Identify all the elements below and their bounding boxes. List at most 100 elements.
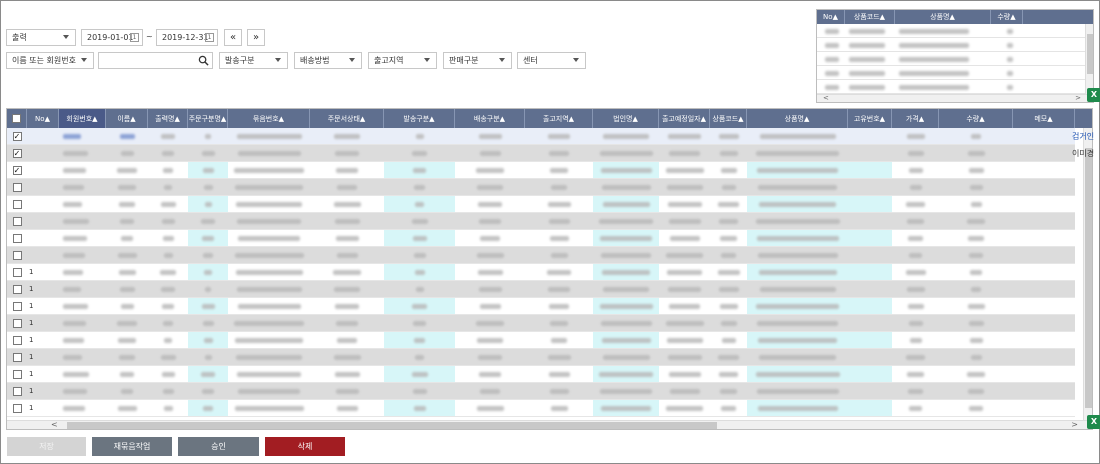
- date-to-input[interactable]: 2019-12-31 1: [156, 29, 218, 46]
- grid-header-cell[interactable]: 고유번호▲: [848, 109, 892, 128]
- row-checkbox-cell[interactable]: ✓: [7, 162, 27, 178]
- order-grid-vscroll[interactable]: [1083, 128, 1092, 420]
- summary-row[interactable]: [817, 52, 1085, 66]
- row-checkbox-cell[interactable]: [7, 366, 27, 382]
- delivery-method-select[interactable]: 배송방법: [294, 52, 362, 69]
- grid-header-cell[interactable]: 묶음번호▲: [228, 109, 310, 128]
- row-checkbox-cell[interactable]: ✓: [7, 128, 27, 144]
- row-checkbox-cell[interactable]: [7, 179, 27, 195]
- grid-header-cell[interactable]: 배송구분▲: [455, 109, 525, 128]
- scroll-left-icon[interactable]: <: [51, 420, 58, 429]
- product-summary-hscroll[interactable]: < >: [817, 94, 1093, 102]
- table-row[interactable]: [7, 230, 1075, 247]
- table-row[interactable]: 1: [7, 366, 1075, 383]
- grid-header-cell[interactable]: 상품코드▲: [710, 109, 747, 128]
- row-checkbox[interactable]: [12, 233, 22, 243]
- grid-header-cell[interactable]: No▲: [27, 109, 59, 128]
- summary-row[interactable]: [817, 38, 1085, 52]
- row-checkbox[interactable]: [12, 386, 22, 396]
- summary-header-cell[interactable]: 수량▲: [991, 10, 1023, 24]
- row-checkbox[interactable]: ✓: [12, 131, 22, 141]
- row-checkbox-cell[interactable]: [7, 315, 27, 331]
- grid-header-cell[interactable]: 메모▲: [1013, 109, 1075, 128]
- excel-export-icon[interactable]: X: [1087, 88, 1100, 102]
- date-from-input[interactable]: 2019-01-01 1: [81, 29, 143, 46]
- rebundle-button[interactable]: 재묶음작업: [92, 437, 172, 456]
- row-checkbox[interactable]: ✓: [12, 148, 22, 158]
- summary-row[interactable]: [817, 66, 1085, 80]
- center-select[interactable]: 센터: [517, 52, 586, 69]
- row-checkbox-cell[interactable]: ✓: [7, 145, 27, 161]
- table-row[interactable]: 1: [7, 400, 1075, 417]
- grid-header-cell[interactable]: 회원번호▲: [59, 109, 106, 128]
- scroll-thumb[interactable]: [1085, 148, 1092, 408]
- row-checkbox[interactable]: [12, 318, 22, 328]
- summary-header-cell[interactable]: 상품코드▲: [845, 10, 895, 24]
- grid-header-cell[interactable]: 수량▲: [939, 109, 1013, 128]
- row-checkbox-cell[interactable]: [7, 213, 27, 229]
- order-grid-hscroll[interactable]: < >: [7, 420, 1092, 429]
- table-row[interactable]: 1: [7, 315, 1075, 332]
- row-checkbox-cell[interactable]: [7, 247, 27, 263]
- prev-period-button[interactable]: «: [224, 29, 242, 46]
- table-row[interactable]: ✓: [7, 145, 1075, 162]
- member-search-type-select[interactable]: 이름 또는 회원번호: [6, 52, 94, 69]
- row-checkbox[interactable]: [12, 284, 22, 294]
- select-all-checkbox[interactable]: [12, 114, 21, 123]
- select-all-checkbox-cell[interactable]: [7, 109, 27, 128]
- row-checkbox-cell[interactable]: [7, 298, 27, 314]
- excel-export-icon[interactable]: X: [1087, 415, 1100, 429]
- grid-header-cell[interactable]: 출력명▲: [148, 109, 188, 128]
- table-row[interactable]: 1: [7, 264, 1075, 281]
- approve-button[interactable]: 승인: [178, 437, 259, 456]
- scroll-right-icon[interactable]: >: [1071, 420, 1078, 429]
- row-checkbox-cell[interactable]: [7, 383, 27, 399]
- next-period-button[interactable]: »: [247, 29, 265, 46]
- output-type-select[interactable]: 출력: [6, 29, 76, 46]
- row-checkbox[interactable]: [12, 335, 22, 345]
- row-checkbox[interactable]: [12, 182, 22, 192]
- summary-header-cell[interactable]: No▲: [817, 10, 845, 24]
- memo-link-1[interactable]: 검거인: [1072, 131, 1094, 142]
- row-checkbox[interactable]: [12, 369, 22, 379]
- scroll-thumb[interactable]: [67, 422, 717, 429]
- table-row[interactable]: 1: [7, 332, 1075, 349]
- summary-header-cell[interactable]: 상품명▲: [895, 10, 991, 24]
- table-row[interactable]: ✓: [7, 162, 1075, 179]
- summary-row[interactable]: [817, 24, 1085, 38]
- table-row[interactable]: 1: [7, 383, 1075, 400]
- calendar-icon[interactable]: 1: [130, 33, 139, 42]
- table-row[interactable]: 1: [7, 281, 1075, 298]
- grid-header-cell[interactable]: 발송구분▲: [384, 109, 455, 128]
- row-checkbox-cell[interactable]: [7, 332, 27, 348]
- scroll-left-icon[interactable]: <: [823, 94, 829, 102]
- row-checkbox[interactable]: [12, 352, 22, 362]
- scroll-thumb[interactable]: [1087, 34, 1093, 74]
- product-summary-vscroll[interactable]: [1085, 24, 1093, 94]
- row-checkbox-cell[interactable]: [7, 400, 27, 416]
- search-input[interactable]: [98, 52, 213, 69]
- row-checkbox-cell[interactable]: [7, 349, 27, 365]
- search-icon[interactable]: [198, 55, 209, 66]
- grid-header-cell[interactable]: 법인명▲: [593, 109, 659, 128]
- row-checkbox-cell[interactable]: [7, 264, 27, 280]
- ship-type-select[interactable]: 발송구분: [219, 52, 288, 69]
- grid-header-cell[interactable]: 주문구분명▲: [188, 109, 228, 128]
- row-checkbox[interactable]: [12, 199, 22, 209]
- row-checkbox[interactable]: [12, 250, 22, 260]
- grid-header-cell[interactable]: 출고지역▲: [525, 109, 593, 128]
- row-checkbox-cell[interactable]: [7, 230, 27, 246]
- delete-button[interactable]: 삭제: [265, 437, 345, 456]
- region-select[interactable]: 출고지역: [368, 52, 437, 69]
- calendar-icon[interactable]: 1: [205, 33, 214, 42]
- row-checkbox-cell[interactable]: [7, 196, 27, 212]
- table-row[interactable]: 1: [7, 298, 1075, 315]
- scroll-right-icon[interactable]: >: [1075, 94, 1081, 102]
- row-checkbox[interactable]: [12, 403, 22, 413]
- table-row[interactable]: [7, 247, 1075, 264]
- summary-row[interactable]: [817, 80, 1085, 94]
- table-row[interactable]: [7, 213, 1075, 230]
- grid-header-cell[interactable]: 상품명▲: [747, 109, 848, 128]
- row-checkbox[interactable]: ✓: [12, 165, 22, 175]
- grid-header-cell[interactable]: 주문서상태▲: [310, 109, 384, 128]
